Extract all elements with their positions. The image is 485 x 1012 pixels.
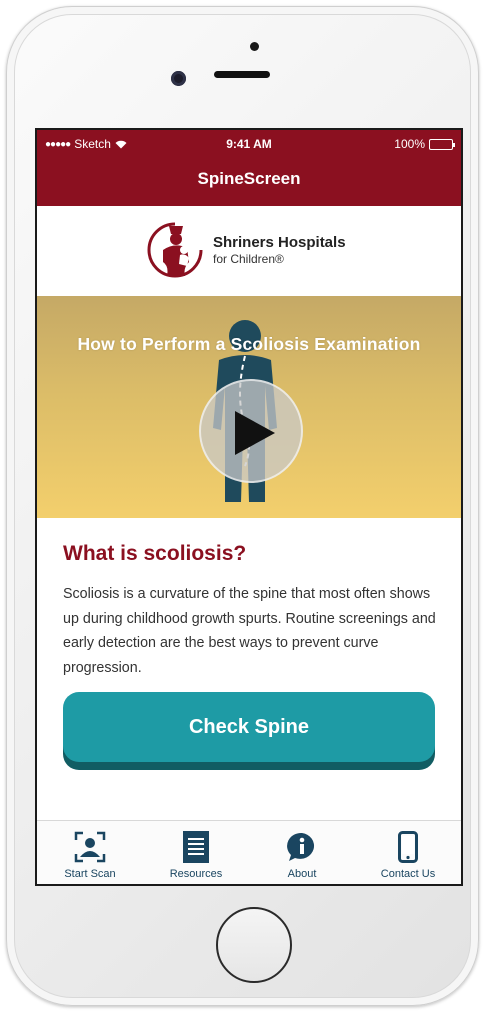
battery-percent: 100% [394,137,425,151]
earpiece-speaker [214,71,270,78]
tab-label: Start Scan [64,868,116,880]
app-title: SpineScreen [197,169,301,188]
proximity-sensor [250,42,259,51]
top-bar: ●●●●● Sketch 9:41 AM 100% SpineScreen [37,130,461,206]
play-icon [235,411,275,455]
logo-name: Shriners Hospitals [213,234,346,251]
logo-subtitle: for Children® [213,252,284,266]
status-battery-group: 100% [394,137,455,151]
check-spine-button[interactable]: Check Spine [63,692,435,762]
document-icon [183,831,209,863]
video-banner[interactable]: How to Perform a Scoliosis Examination [37,296,461,518]
info-section: What is scoliosis? Scoliosis is a curvat… [63,542,441,680]
tab-label: Resources [169,868,223,880]
battery-icon [429,138,455,150]
tab-label: Contact Us [380,868,436,880]
logo-area: Shriners Hospitals for Children® [37,206,461,296]
info-bubble-icon [287,832,315,861]
tab-contact-us[interactable]: Contact Us [355,821,461,884]
play-button[interactable] [199,379,303,483]
tab-start-scan[interactable]: Start Scan [37,821,143,884]
status-bar: ●●●●● Sketch 9:41 AM 100% [37,130,461,156]
tab-resources[interactable]: Resources [143,821,249,884]
section-body: Scoliosis is a curvature of the spine th… [63,586,436,676]
logo-text: Shriners Hospitals for Children® [213,234,346,266]
tab-bar: Start Scan Resources About Contact Us [37,820,461,884]
scan-person-icon [74,831,106,863]
tab-about[interactable]: About [249,821,355,884]
front-camera [171,71,186,86]
app-screen: ●●●●● Sketch 9:41 AM 100% SpineScreen Sh… [35,128,463,886]
tab-label: About [287,868,317,880]
phone-icon [398,831,418,863]
video-title: How to Perform a Scoliosis Examination [77,334,421,354]
home-button[interactable] [216,907,292,983]
section-heading: What is scoliosis? [63,542,247,565]
shriners-logo-icon [147,222,203,278]
